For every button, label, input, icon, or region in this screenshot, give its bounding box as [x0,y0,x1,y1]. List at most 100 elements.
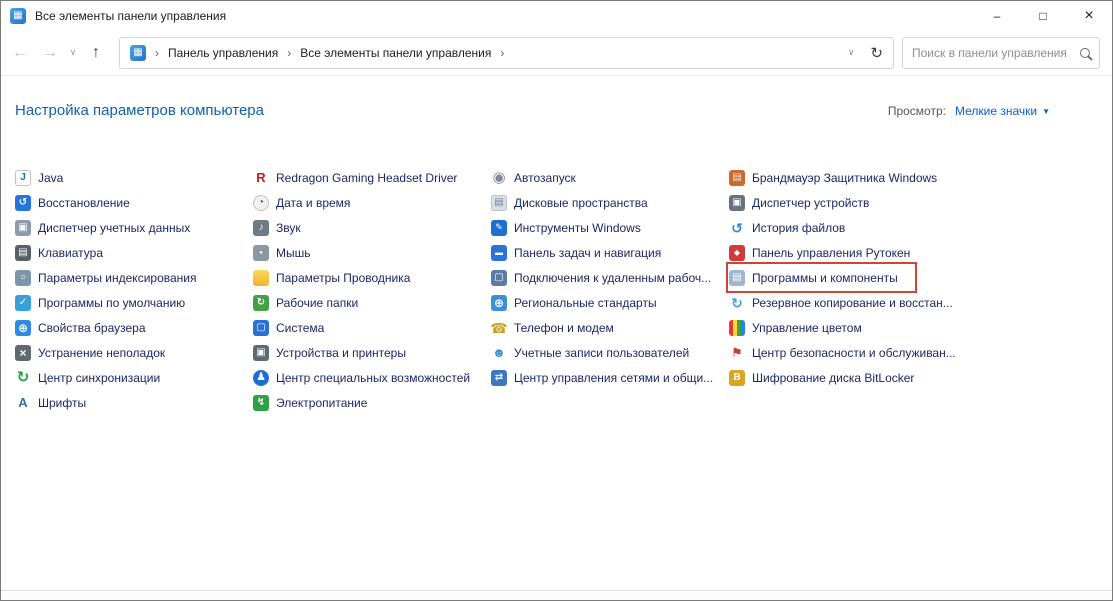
up-button[interactable]: ↑ [81,38,111,68]
control-panel-item[interactable]: RRedragon Gaming Headset Driver [253,165,461,190]
control-panel-item[interactable]: ▤Клавиатура [15,240,107,265]
item-label: Система [276,321,324,335]
control-panel-item[interactable]: JJava [15,165,67,190]
user-accounts-icon: ☻ [491,345,507,361]
control-panel-item[interactable]: ▣Диспетчер учетных данных [15,215,194,240]
power-options-icon: ↯ [253,395,269,411]
item-label: Клавиатура [38,246,103,260]
item-label: Шрифты [38,396,86,410]
control-panel-item[interactable]: ▢Система [253,315,328,340]
items-column: ◉Автозапуск▤Дисковые пространства ✎ Инстру… [491,165,729,415]
item-label: Подключения к удаленным рабоч... [514,271,711,285]
recent-locations-button[interactable]: ∨ [65,38,81,68]
internet-options-icon: ⊕ [15,320,31,336]
search-icon[interactable] [1080,48,1090,58]
credential-manager-icon: ▣ [15,220,31,236]
address-bar[interactable]: ▦ ›Панель управления›Все элементы панели… [119,37,894,69]
close-button[interactable]: × [1066,1,1112,30]
item-label: Электропитание [276,396,367,410]
back-button[interactable]: ← [5,38,35,68]
control-panel-item[interactable]: ▣ Устройства и принтеры [253,340,410,365]
breadcrumb: ›Панель управления›Все элементы панели у… [146,46,513,60]
control-panel-item[interactable]: ↺История файлов [729,215,849,240]
control-panel-item[interactable]: ♪Звук [253,215,305,240]
control-panel-item[interactable]: ◔Дата и время [253,190,354,215]
control-panel-item[interactable]: Управление цветом [729,315,866,340]
control-panel-item[interactable]: ×Устранение неполадок [15,340,169,365]
control-panel-item[interactable]: Параметры Проводника [253,265,414,290]
item-label: Диспетчер устройств [752,196,869,210]
control-panel-item[interactable]: ♟Центр специальных возможностей [253,365,474,390]
breadcrumb-separator-icon: › [287,46,291,60]
indexing-options-icon: ○ [15,270,31,286]
control-panel-item[interactable]: ↯ Электропитание [253,390,371,415]
item-label: Центр безопасности и обслуживан... [752,346,956,360]
control-panel-item[interactable]: ▤Брандмауэр Защитника Windows [729,165,941,190]
search-box [902,37,1100,69]
devices-printers-icon: ▣ [253,345,269,361]
breadcrumb-item[interactable]: Все элементы панели управления [300,46,491,60]
page-title: Настройка параметров компьютера [15,102,264,119]
control-panel-item[interactable]: ↻Резервное копирование и восстан... [729,290,957,315]
control-panel-item[interactable]: ▢Подключения к удаленным рабоч... [491,265,715,290]
maximize-button[interactable]: □ [1020,1,1066,30]
item-label: Центр управления сетями и общи... [514,371,713,385]
page-header: Настройка параметров компьютера Просмотр… [15,102,1112,119]
navigation-bar: ← → ∨ ↑ ▦ ›Панель управления›Все элемент… [1,30,1112,76]
color-management-icon [729,320,745,336]
control-panel-item[interactable]: ●Мышь [253,240,315,265]
address-dropdown-button[interactable]: ∨ [848,47,855,58]
item-label: Программы и компоненты [752,271,898,285]
control-panel-item[interactable]: ☎Телефон и модем [491,315,618,340]
forward-button[interactable]: → [35,38,65,68]
control-panel-item[interactable]: ↺Восстановление [15,190,134,215]
device-manager-icon: ▣ [729,195,745,211]
control-panel-item[interactable]: ✓Программы по умолчанию [15,290,189,315]
backup-restore-icon: ↻ [729,295,745,311]
view-control: Просмотр: Мелкие значки ▼ [888,104,1050,118]
control-panel-item[interactable]: ⊕Свойства браузера [15,315,150,340]
item-label: Центр специальных возможностей [276,371,470,385]
control-panel-item[interactable]: ⚑ Центр безопасности и обслуживан... [729,340,960,365]
control-panel-item[interactable]: ↻Рабочие папки [253,290,362,315]
chevron-down-icon: ▼ [1042,107,1050,116]
control-panel-item[interactable]: ⊕Региональные стандарты [491,290,661,315]
control-panel-item[interactable]: ○Параметры индексирования [15,265,200,290]
control-panel-item[interactable]: ↻Центр синхронизации [15,365,164,390]
control-panel-item[interactable]: ▤Программы и компоненты [729,265,914,290]
view-dropdown[interactable]: Мелкие значки ▼ [955,104,1050,118]
bitlocker-icon: B [729,370,745,386]
sound-icon: ♪ [253,220,269,236]
item-label: Дата и время [276,196,350,210]
control-panel-item[interactable]: ◆Панель управления Рутокен [729,240,914,265]
autoplay-icon: ◉ [491,170,507,186]
item-label: Брандмауэр Защитника Windows [752,171,937,185]
item-label: Программы по умолчанию [38,296,185,310]
refresh-button[interactable]: ↻ [870,44,883,62]
mouse-icon: ● [253,245,269,261]
item-label: Панель задач и навигация [514,246,661,260]
item-label: Инструменты Windows [514,221,641,235]
control-panel-item[interactable]: ✎ Инструменты Windows [491,215,645,240]
item-label: Центр синхронизации [38,371,160,385]
network-sharing-icon: ⇄ [491,370,507,386]
view-value: Мелкие значки [955,104,1037,118]
minimize-button[interactable]: – [974,1,1020,30]
control-panel-item[interactable]: ▬Панель задач и навигация [491,240,665,265]
item-label: Восстановление [38,196,130,210]
control-panel-item[interactable]: ⇄ Центр управления сетями и общи... [491,365,717,390]
troubleshooting-icon: × [15,345,31,361]
breadcrumb-item[interactable]: Панель управления [168,46,278,60]
control-panel-item[interactable]: ▤Дисковые пространства [491,190,652,215]
windows-tools-icon: ✎ [491,220,507,236]
items-grid: JJava↺Восстановление▣Диспетчер учетных д… [15,165,1112,415]
security-maintenance-icon: ⚑ [729,345,745,361]
control-panel-item[interactable]: ◉Автозапуск [491,165,580,190]
control-panel-item[interactable]: AШрифты [15,390,90,415]
control-panel-item[interactable]: ☻Учетные записи пользователей [491,340,693,365]
control-panel-item[interactable]: BШифрование диска BitLocker [729,365,918,390]
control-panel-item[interactable]: ▣ Диспетчер устройств [729,190,873,215]
control-panel-icon: ▦ [10,8,26,24]
search-input[interactable] [912,46,1080,60]
item-label: Устройства и принтеры [276,346,406,360]
